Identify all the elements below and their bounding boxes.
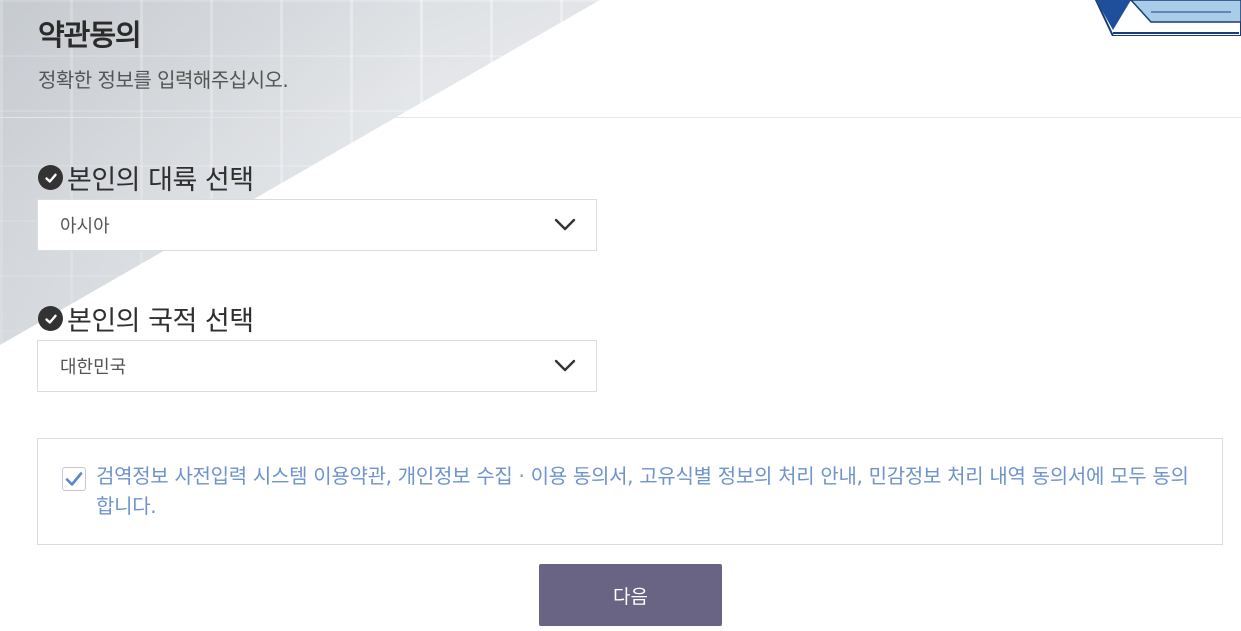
next-button[interactable]: 다음 — [539, 564, 722, 626]
continent-section-label: 본인의 대륙 선택 — [38, 158, 254, 197]
check-circle-icon — [38, 306, 63, 331]
continent-selected-value: 아시아 — [60, 216, 110, 237]
nationality-select[interactable]: 대한민국 — [37, 340, 597, 392]
agreement-text[interactable]: 검역정보 사전입력 시스템 이용약관, 개인정보 수집 · 이용 동의서, 고유… — [96, 461, 1206, 521]
page-subtitle: 정확한 정보를 입력해주십시오. — [38, 68, 289, 92]
continent-select[interactable]: 아시아 — [37, 199, 597, 251]
page-title: 약관동의 — [38, 18, 142, 52]
check-circle-icon — [38, 165, 63, 190]
continent-label: 본인의 대륙 선택 — [67, 165, 254, 196]
checkbox-checked-icon — [65, 472, 83, 486]
agreement-box: 검역정보 사전입력 시스템 이용약관, 개인정보 수집 · 이용 동의서, 고유… — [37, 438, 1223, 545]
nationality-label: 본인의 국적 선택 — [67, 306, 254, 337]
nationality-selected-value: 대한민국 — [60, 357, 127, 378]
header-divider — [0, 117, 1241, 118]
nationality-section-label: 본인의 국적 선택 — [38, 299, 254, 338]
agree-all-checkbox[interactable] — [62, 467, 86, 491]
chevron-down-icon — [554, 359, 576, 372]
chevron-down-icon — [554, 218, 576, 231]
corner-illustration — [1094, 0, 1241, 36]
